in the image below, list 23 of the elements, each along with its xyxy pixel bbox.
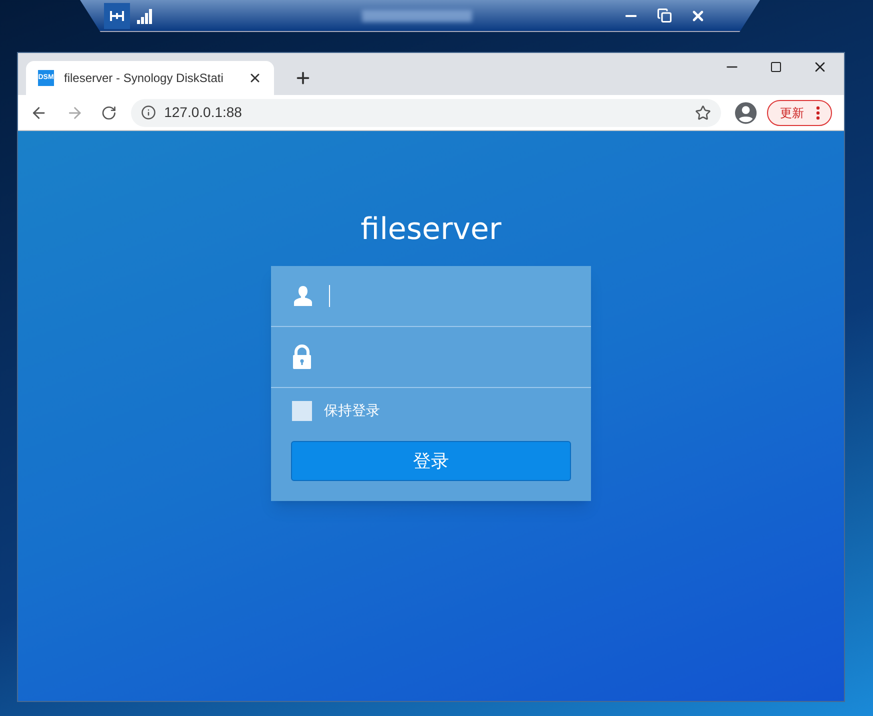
signal-icon xyxy=(136,8,152,24)
update-button[interactable]: 更新 xyxy=(766,100,832,126)
tab-title: fileserver - Synology DiskStati xyxy=(64,70,224,87)
restore-icon[interactable] xyxy=(657,8,672,23)
info-icon xyxy=(141,105,156,120)
new-tab-icon[interactable] xyxy=(294,69,312,87)
more-icon xyxy=(816,106,820,120)
close-tab-icon[interactable] xyxy=(248,71,262,85)
user-icon xyxy=(291,284,315,308)
remember-label: 保持登录 xyxy=(324,401,380,420)
username-field[interactable] xyxy=(271,266,591,327)
reload-icon[interactable] xyxy=(101,104,118,120)
lock-icon xyxy=(291,344,313,370)
address-bar[interactable]: 127.0.0.1:88 xyxy=(131,98,722,126)
maximize-icon[interactable] xyxy=(770,61,782,73)
server-title: fileserver xyxy=(360,211,502,249)
profile-icon[interactable] xyxy=(735,102,757,124)
remember-checkbox[interactable] xyxy=(292,400,312,420)
password-field[interactable] xyxy=(271,327,591,388)
login-button[interactable]: 登录 xyxy=(291,441,571,481)
url-text: 127.0.0.1:88 xyxy=(164,103,242,122)
text-cursor xyxy=(329,285,330,307)
star-icon[interactable] xyxy=(695,104,712,120)
